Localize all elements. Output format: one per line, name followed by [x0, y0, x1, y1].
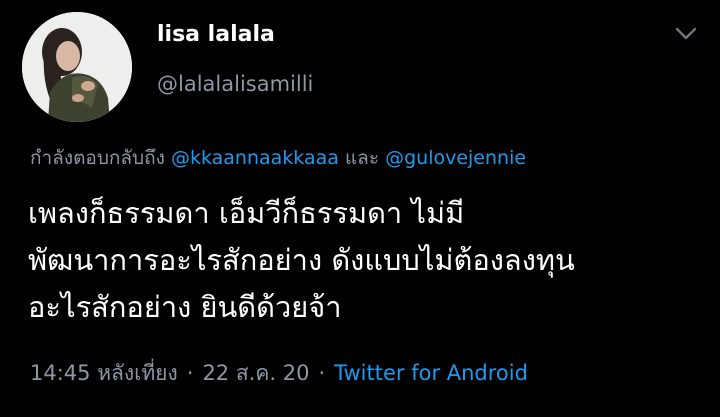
tweet-date[interactable]: 22 ส.ค. 20: [202, 361, 309, 385]
display-name[interactable]: lisa lalala: [157, 22, 275, 47]
mention-link-2[interactable]: @gulovejennie: [385, 147, 526, 169]
tweet-text-line: พัฒนาการอะไรสักอย่าง ดังแบบไม่ต้องลงทุน: [28, 243, 575, 277]
replying-to-conjunction: และ: [344, 147, 380, 169]
tweet-meta: 14:45 หลังเที่ยง · 22 ส.ค. 20 · Twitter for …: [30, 357, 528, 390]
tweet-text-line: อะไรสักอย่าง ยินดีด้วยจ้า: [28, 290, 342, 324]
tweet-text-line: เพลงก็ธรรมดา เอ็มวีก็ธรรมดา ไม่มี: [28, 196, 465, 230]
meta-separator: ·: [186, 361, 194, 385]
replying-to-label: กำลังตอบกลับถึง: [30, 147, 165, 169]
profile-photo: [22, 12, 132, 122]
tweet: lisa lalala @lalalalisamilli กำลังตอบกลั…: [0, 0, 720, 417]
tweet-time[interactable]: 14:45 หลังเที่ยง: [30, 361, 178, 385]
tweet-source-link[interactable]: Twitter for Android: [334, 361, 528, 385]
avatar[interactable]: [22, 12, 132, 122]
meta-separator: ·: [318, 361, 326, 385]
chevron-down-icon[interactable]: [670, 20, 702, 48]
tweet-text: เพลงก็ธรรมดา เอ็มวีก็ธรรมดา ไม่มี พัฒนาก…: [28, 190, 698, 331]
user-handle[interactable]: @lalalalisamilli: [157, 72, 313, 96]
mention-link-1[interactable]: @kkaannaakkaaa: [171, 147, 339, 169]
replying-to: กำลังตอบกลับถึง @kkaannaakkaaa และ @gulo…: [30, 143, 526, 173]
